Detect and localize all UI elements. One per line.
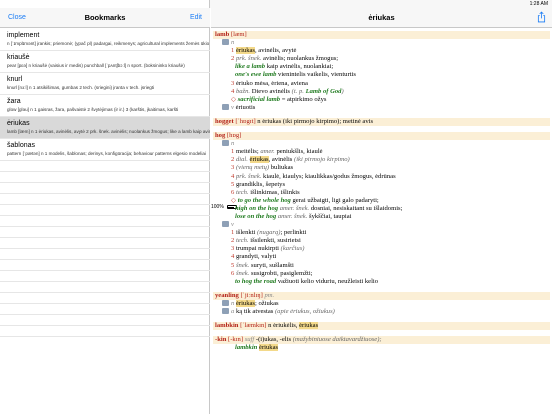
bookmark-preview: pear [pɛə] n kriaušė (vaisius ir medis) …: [7, 63, 185, 68]
headword-yeanling: yeanling [ˈjiːnlɪŋ] pm.: [213, 291, 550, 300]
empty-row: [0, 183, 210, 194]
dictionary-content: lamb [læm] n 1 ėriukas, avinėlis, avytė …: [213, 30, 550, 352]
bookmark-word: knurl: [7, 76, 23, 83]
bookmarks-nav-bar: Close Bookmarks Edit: [0, 8, 210, 28]
bookmarks-pane: Close Bookmarks Edit implement n [ˈɪmplɪ…: [0, 0, 210, 414]
close-button[interactable]: Close: [8, 14, 26, 21]
speaker-icon[interactable]: [222, 103, 229, 110]
empty-row: [0, 315, 210, 326]
empty-row: [0, 293, 210, 304]
bookmarks-title: Bookmarks: [84, 13, 126, 22]
list-item[interactable]: šablonas pattern [ˈpætən] n 1 modelis, š…: [0, 139, 210, 161]
headword-lamb: lamb [læm]: [213, 31, 550, 40]
headword-hogget: hogget [ˈhɒgɪt] n ėriukas (iki pirmojo k…: [213, 117, 550, 127]
entry-title: ėriukas: [368, 13, 395, 22]
empty-row: [0, 172, 210, 183]
bookmark-preview: lamb [læm] n 1 ėriukas, avinėlis, avytė …: [7, 129, 210, 134]
speaker-icon[interactable]: [222, 308, 229, 314]
empty-row: [0, 260, 210, 271]
empty-row: [0, 194, 210, 205]
headword-hog: hog [hɒg]: [213, 132, 550, 141]
headword-kin: -kin [-kɪn] suff -(i)ukas, -elis (mažybi…: [213, 336, 550, 345]
speaker-icon[interactable]: [222, 39, 229, 46]
bookmark-word: šablonas: [7, 142, 36, 149]
empty-row: [0, 205, 210, 216]
list-item[interactable]: implement n [ˈɪmplɪmənt] įrankis; priemo…: [0, 29, 210, 51]
list-item[interactable]: žara glow [gləu] n 1 gaisras, žara, pašv…: [0, 95, 210, 117]
empty-row: [0, 282, 210, 293]
bookmarks-list: implement n [ˈɪmplɪmənt] įrankis; priemo…: [0, 29, 210, 337]
bookmark-preview: pattern [ˈpætən] n 1 modelis, šablonas; …: [7, 151, 206, 156]
entry-pane: ėriukas lamb [læm] n 1 ėriukas, avinėlis…: [211, 0, 552, 414]
bookmark-word: ėriukas: [7, 120, 30, 127]
headword-lambkin: lambkin [ˈlæmkɪn] n ėriukėlis, ėriukas: [213, 322, 550, 331]
empty-row: [0, 216, 210, 227]
speaker-icon[interactable]: [222, 221, 229, 228]
list-item[interactable]: kriaušė pear [pɛə] n kriaušė (vaisius ir…: [0, 51, 210, 73]
empty-row: [0, 161, 210, 172]
speaker-icon[interactable]: [222, 299, 229, 306]
bookmark-preview: glow [gləu] n 1 gaisras, žara, pašvaistė…: [7, 107, 179, 112]
list-item[interactable]: knurl knurl [nɜːl] n 1 atsikišimas, gumb…: [0, 73, 210, 95]
bookmark-preview: n [ˈɪmplɪmənt] įrankis; priemonė; (ypač …: [7, 41, 210, 46]
bookmark-preview: knurl [nɜːl] n 1 atsikišimas, gumbas 2 t…: [7, 85, 155, 90]
empty-row: [0, 304, 210, 315]
speaker-icon[interactable]: [222, 140, 229, 147]
bookmark-word: implement: [7, 32, 40, 39]
edit-button[interactable]: Edit: [190, 14, 202, 21]
bookmark-word: kriaušė: [7, 54, 30, 61]
list-item-selected[interactable]: ėriukas lamb [læm] n 1 ėriukas, avinėlis…: [0, 117, 210, 139]
empty-row: [0, 238, 210, 249]
empty-row: [0, 249, 210, 260]
bookmark-word: žara: [7, 98, 21, 105]
share-icon[interactable]: [537, 11, 546, 23]
entry-nav-bar: ėriukas: [211, 8, 552, 28]
empty-row: [0, 326, 210, 337]
empty-row: [0, 227, 210, 238]
empty-row: [0, 271, 210, 282]
